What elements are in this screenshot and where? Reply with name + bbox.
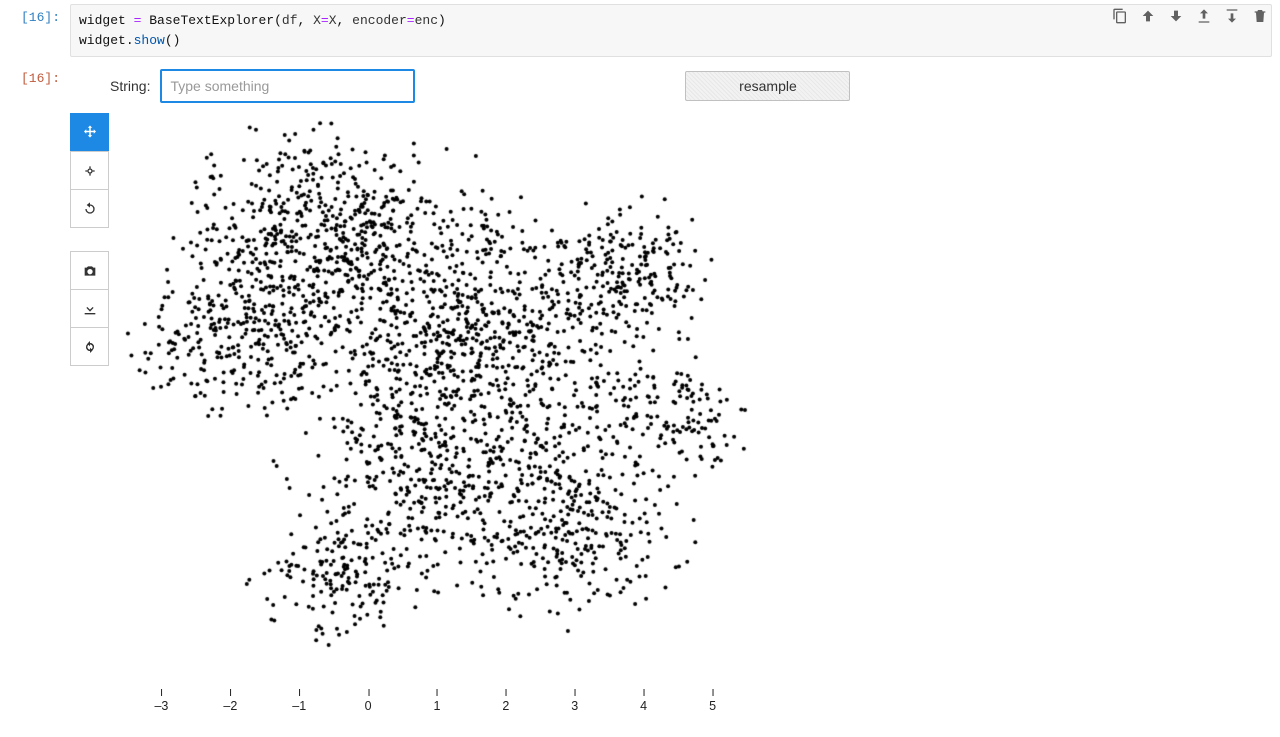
refresh-button[interactable] [70, 327, 109, 366]
x-tick: 2 [502, 699, 509, 713]
insert-above-icon[interactable] [1195, 7, 1213, 25]
move-up-icon[interactable] [1139, 7, 1157, 25]
x-axis-ticks: –3 –2 –1 0 1 2 3 4 5 [117, 683, 757, 713]
output-cell: [16]: String: resample [0, 61, 1280, 737]
x-tick: –1 [292, 699, 306, 713]
widget-controls: String: resample [110, 69, 1272, 103]
x-tick: 3 [571, 699, 578, 713]
string-input-label: String: [110, 78, 150, 94]
output-prompt: [16]: [0, 65, 60, 86]
snapshot-button[interactable] [70, 251, 109, 290]
x-tick: 4 [640, 699, 647, 713]
input-cell: [16]: widget = BaseTextExplorer(df, X=X,… [0, 0, 1280, 61]
code-line-1: widget = BaseTextExplorer(df, X=X, encod… [79, 11, 1263, 31]
plot-wrap: –3 –2 –1 0 1 2 3 4 5 [70, 113, 1272, 713]
save-button[interactable] [70, 289, 109, 328]
scatter-plot[interactable]: –3 –2 –1 0 1 2 3 4 5 [117, 113, 757, 713]
x-tick: –3 [154, 699, 168, 713]
insert-below-icon[interactable] [1223, 7, 1241, 25]
move-down-icon[interactable] [1167, 7, 1185, 25]
x-tick: 0 [365, 699, 372, 713]
x-tick: 5 [709, 699, 716, 713]
x-tick: –2 [223, 699, 237, 713]
x-tick: 1 [434, 699, 441, 713]
box-zoom-button[interactable] [70, 151, 109, 190]
output-area: String: resample [70, 65, 1272, 733]
scatter-canvas[interactable] [117, 113, 757, 683]
duplicate-icon[interactable] [1111, 7, 1129, 25]
delete-icon[interactable] [1251, 7, 1269, 25]
pan-tool-button[interactable] [70, 113, 109, 152]
code-input-area[interactable]: widget = BaseTextExplorer(df, X=X, encod… [70, 4, 1272, 57]
cell-toolbar [1111, 7, 1269, 25]
string-input[interactable] [160, 69, 415, 103]
reset-button[interactable] [70, 189, 109, 228]
input-prompt: [16]: [0, 4, 60, 25]
code-line-2: widget.show() [79, 31, 1263, 51]
resample-button[interactable]: resample [685, 71, 850, 101]
plot-toolbar [70, 113, 109, 366]
